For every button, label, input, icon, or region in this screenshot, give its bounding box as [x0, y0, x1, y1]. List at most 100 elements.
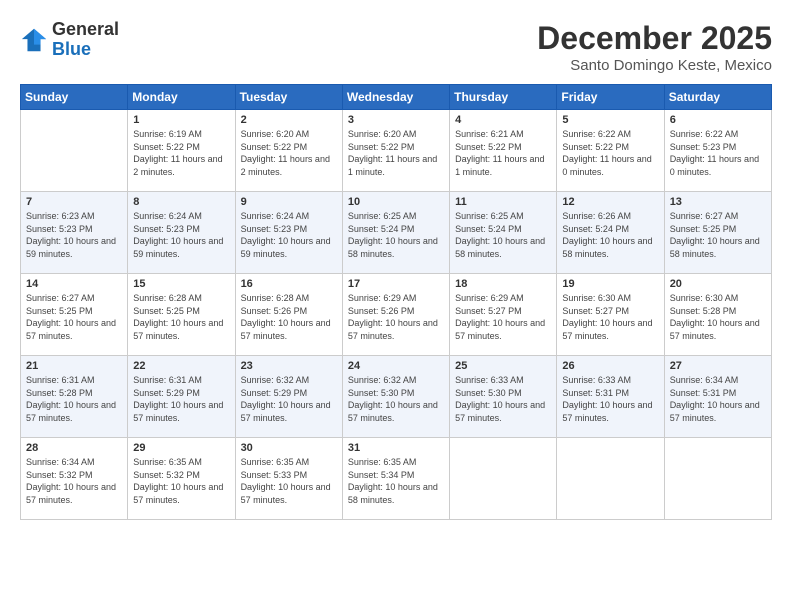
day-number: 5 — [562, 114, 658, 126]
day-info: Sunrise: 6:32 AMSunset: 5:30 PMDaylight:… — [348, 374, 444, 424]
day-info: Sunrise: 6:24 AMSunset: 5:23 PMDaylight:… — [133, 210, 229, 260]
header-cell-wednesday: Wednesday — [342, 85, 449, 110]
day-number: 21 — [26, 360, 122, 372]
logo-general-text: General — [52, 19, 119, 39]
calendar-cell: 31 Sunrise: 6:35 AMSunset: 5:34 PMDayligh… — [342, 438, 449, 520]
calendar-cell: 19 Sunrise: 6:30 AMSunset: 5:27 PMDayligh… — [557, 274, 664, 356]
day-info: Sunrise: 6:26 AMSunset: 5:24 PMDaylight:… — [562, 210, 658, 260]
day-info: Sunrise: 6:25 AMSunset: 5:24 PMDaylight:… — [455, 210, 551, 260]
calendar-cell: 25Sunrise: 6:33 AMSunset: 5:30 PMDayligh… — [450, 356, 557, 438]
calendar-body: 1Sunrise: 6:19 AMSunset: 5:22 PMDaylight… — [21, 110, 772, 520]
calendar-cell — [557, 438, 664, 520]
day-info: Sunrise: 6:30 AMSunset: 5:27 PMDaylight:… — [562, 292, 658, 342]
month-title: December 2025 — [537, 20, 772, 57]
calendar-cell: 2 Sunrise: 6:20 AMSunset: 5:22 PMDaylight… — [235, 110, 342, 192]
calendar-cell — [450, 438, 557, 520]
location-title: Santo Domingo Keste, Mexico — [537, 57, 772, 74]
day-info: Sunrise: 6:20 AMSunset: 5:22 PMDaylight:… — [348, 128, 444, 178]
day-number: 3 — [348, 114, 444, 126]
day-number: 7 — [26, 196, 122, 208]
calendar-table: SundayMondayTuesdayWednesdayThursdayFrid… — [20, 84, 772, 520]
calendar-cell: 6 Sunrise: 6:22 AMSunset: 5:23 PMDaylight… — [664, 110, 771, 192]
day-info: Sunrise: 6:23 AMSunset: 5:23 PMDaylight:… — [26, 210, 122, 260]
day-info: Sunrise: 6:35 AMSunset: 5:34 PMDaylight:… — [348, 456, 444, 506]
day-number: 18 — [455, 278, 551, 290]
title-area: December 2025 Santo Domingo Keste, Mexic… — [537, 20, 772, 74]
day-info: Sunrise: 6:33 AMSunset: 5:31 PMDaylight:… — [562, 374, 658, 424]
header-cell-friday: Friday — [557, 85, 664, 110]
calendar-cell: 8 Sunrise: 6:24 AMSunset: 5:23 PMDaylight… — [128, 192, 235, 274]
calendar-cell: 27 Sunrise: 6:34 AMSunset: 5:31 PMDayligh… — [664, 356, 771, 438]
day-info: Sunrise: 6:22 AMSunset: 5:23 PMDaylight:… — [670, 128, 766, 178]
day-number: 30 — [241, 442, 337, 454]
day-number: 15 — [133, 278, 229, 290]
day-info: Sunrise: 6:29 AMSunset: 5:27 PMDaylight:… — [455, 292, 551, 342]
logo-blue-text: Blue — [52, 39, 91, 59]
day-info: Sunrise: 6:22 AMSunset: 5:22 PMDaylight:… — [562, 128, 658, 178]
calendar-header: SundayMondayTuesdayWednesdayThursdayFrid… — [21, 85, 772, 110]
day-number: 6 — [670, 114, 766, 126]
calendar-cell: 13 Sunrise: 6:27 AMSunset: 5:25 PMDayligh… — [664, 192, 771, 274]
day-number: 27 — [670, 360, 766, 372]
calendar-cell: 20Sunrise: 6:30 AMSunset: 5:28 PMDayligh… — [664, 274, 771, 356]
calendar-cell: 21 Sunrise: 6:31 AMSunset: 5:28 PMDayligh… — [21, 356, 128, 438]
calendar-cell: 18 Sunrise: 6:29 AMSunset: 5:27 PMDayligh… — [450, 274, 557, 356]
day-info: Sunrise: 6:24 AMSunset: 5:23 PMDaylight:… — [241, 210, 337, 260]
header-cell-sunday: Sunday — [21, 85, 128, 110]
header-cell-thursday: Thursday — [450, 85, 557, 110]
day-info: Sunrise: 6:21 AMSunset: 5:22 PMDaylight:… — [455, 128, 551, 178]
day-info: Sunrise: 6:34 AMSunset: 5:31 PMDaylight:… — [670, 374, 766, 424]
calendar-cell: 3 Sunrise: 6:20 AMSunset: 5:22 PMDaylight… — [342, 110, 449, 192]
day-number: 8 — [133, 196, 229, 208]
week-row-2: 14Sunrise: 6:27 AMSunset: 5:25 PMDayligh… — [21, 274, 772, 356]
day-info: Sunrise: 6:20 AMSunset: 5:22 PMDaylight:… — [241, 128, 337, 178]
calendar-cell: 7 Sunrise: 6:23 AMSunset: 5:23 PMDaylight… — [21, 192, 128, 274]
calendar-cell: 30Sunrise: 6:35 AMSunset: 5:33 PMDayligh… — [235, 438, 342, 520]
calendar-cell: 4 Sunrise: 6:21 AMSunset: 5:22 PMDaylight… — [450, 110, 557, 192]
week-row-0: 1Sunrise: 6:19 AMSunset: 5:22 PMDaylight… — [21, 110, 772, 192]
day-info: Sunrise: 6:25 AMSunset: 5:24 PMDaylight:… — [348, 210, 444, 260]
day-number: 31 — [348, 442, 444, 454]
calendar-cell: 10Sunrise: 6:25 AMSunset: 5:24 PMDayligh… — [342, 192, 449, 274]
header-cell-saturday: Saturday — [664, 85, 771, 110]
calendar-cell: 24 Sunrise: 6:32 AMSunset: 5:30 PMDayligh… — [342, 356, 449, 438]
header-row: SundayMondayTuesdayWednesdayThursdayFrid… — [21, 85, 772, 110]
day-number: 29 — [133, 442, 229, 454]
calendar-cell: 22 Sunrise: 6:31 AMSunset: 5:29 PMDayligh… — [128, 356, 235, 438]
day-info: Sunrise: 6:28 AMSunset: 5:26 PMDaylight:… — [241, 292, 337, 342]
day-number: 11 — [455, 196, 551, 208]
calendar-cell: 17 Sunrise: 6:29 AMSunset: 5:26 PMDayligh… — [342, 274, 449, 356]
day-info: Sunrise: 6:30 AMSunset: 5:28 PMDaylight:… — [670, 292, 766, 342]
week-row-1: 7 Sunrise: 6:23 AMSunset: 5:23 PMDaylight… — [21, 192, 772, 274]
day-info: Sunrise: 6:33 AMSunset: 5:30 PMDaylight:… — [455, 374, 551, 424]
logo-icon — [20, 26, 48, 54]
calendar-cell: 23Sunrise: 6:32 AMSunset: 5:29 PMDayligh… — [235, 356, 342, 438]
logo-text: General Blue — [52, 20, 119, 60]
calendar-cell: 5 Sunrise: 6:22 AMSunset: 5:22 PMDaylight… — [557, 110, 664, 192]
day-number: 24 — [348, 360, 444, 372]
day-number: 19 — [562, 278, 658, 290]
week-row-4: 28Sunrise: 6:34 AMSunset: 5:32 PMDayligh… — [21, 438, 772, 520]
day-info: Sunrise: 6:29 AMSunset: 5:26 PMDaylight:… — [348, 292, 444, 342]
day-number: 2 — [241, 114, 337, 126]
day-info: Sunrise: 6:31 AMSunset: 5:28 PMDaylight:… — [26, 374, 122, 424]
day-number: 13 — [670, 196, 766, 208]
day-info: Sunrise: 6:31 AMSunset: 5:29 PMDaylight:… — [133, 374, 229, 424]
calendar-cell — [664, 438, 771, 520]
day-number: 4 — [455, 114, 551, 126]
day-number: 17 — [348, 278, 444, 290]
calendar-cell: 15Sunrise: 6:28 AMSunset: 5:25 PMDayligh… — [128, 274, 235, 356]
day-info: Sunrise: 6:34 AMSunset: 5:32 PMDaylight:… — [26, 456, 122, 506]
day-info: Sunrise: 6:35 AMSunset: 5:32 PMDaylight:… — [133, 456, 229, 506]
calendar-cell: 9Sunrise: 6:24 AMSunset: 5:23 PMDaylight… — [235, 192, 342, 274]
day-info: Sunrise: 6:27 AMSunset: 5:25 PMDaylight:… — [670, 210, 766, 260]
calendar-cell: 12 Sunrise: 6:26 AMSunset: 5:24 PMDayligh… — [557, 192, 664, 274]
day-number: 26 — [562, 360, 658, 372]
calendar-cell: 29 Sunrise: 6:35 AMSunset: 5:32 PMDayligh… — [128, 438, 235, 520]
calendar-cell — [21, 110, 128, 192]
day-number: 23 — [241, 360, 337, 372]
calendar-cell: 1Sunrise: 6:19 AMSunset: 5:22 PMDaylight… — [128, 110, 235, 192]
day-number: 22 — [133, 360, 229, 372]
day-number: 12 — [562, 196, 658, 208]
calendar-cell: 14Sunrise: 6:27 AMSunset: 5:25 PMDayligh… — [21, 274, 128, 356]
